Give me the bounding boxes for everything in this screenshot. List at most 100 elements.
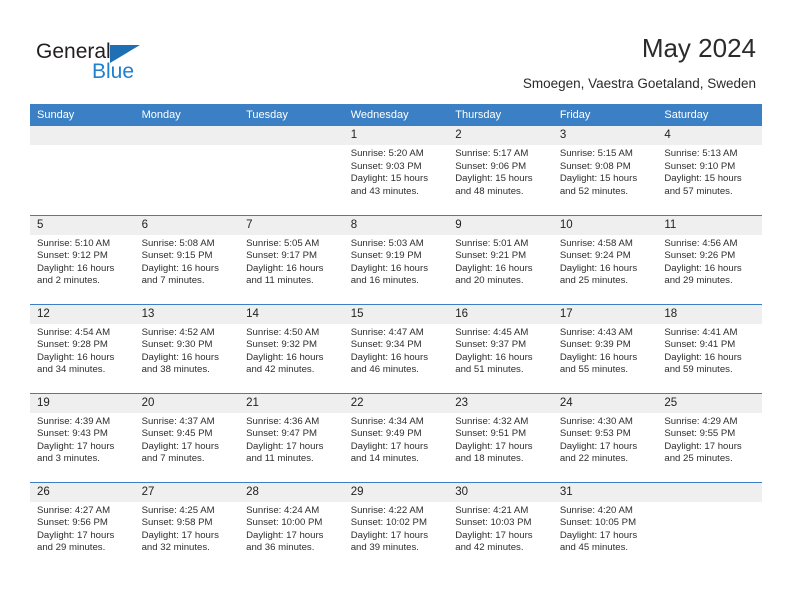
sunrise-text: Sunrise: 4:37 AM — [141, 415, 215, 427]
calendar-day-cell[interactable]: 5 Sunrise: 5:10 AM Sunset: 9:12 PM Daylight… — [30, 214, 135, 304]
sunrise-text: Sunrise: 4:27 AM — [37, 504, 111, 516]
daylight-text-line2: and 7 minutes. — [141, 453, 205, 465]
daylight-text-line2: and 3 minutes. — [37, 453, 100, 465]
calendar-day-cell[interactable]: 15 Sunrise: 4:47 AM Sunset: 9:34 PM Dayligh… — [343, 303, 449, 393]
day-number: 7 — [239, 215, 344, 235]
calendar-day-cell[interactable]: 23 Sunrise: 4:32 AM Sunset: 9:51 PM Dayligh… — [448, 392, 553, 482]
general-blue-logo[interactable]: General Blue — [36, 40, 176, 86]
day-number: 11 — [657, 215, 762, 235]
calendar-day-cell[interactable]: 16 Sunrise: 4:45 AM Sunset: 9:37 PM Dayligh… — [448, 303, 553, 393]
sunrise-text: Sunrise: 4:52 AM — [141, 326, 215, 338]
calendar-day-cell[interactable]: 27 Sunrise: 4:25 AM Sunset: 9:58 PM Dayligh… — [134, 481, 240, 571]
sunset-text: Sunset: 9:37 PM — [455, 339, 527, 351]
calendar-day-cell[interactable]: 1 Sunrise: 5:20 AM Sunset: 9:03 PM Daylight… — [343, 126, 449, 215]
calendar-day-cell[interactable]: 9 Sunrise: 5:01 AM Sunset: 9:21 PM Daylight… — [448, 214, 553, 304]
calendar-day-cell[interactable]: 17 Sunrise: 4:43 AM Sunset: 9:39 PM Dayligh… — [552, 303, 658, 393]
daylight-text-line1: Daylight: 16 hours — [141, 262, 219, 274]
day-number — [657, 482, 762, 502]
calendar-day-cell[interactable]: 14 Sunrise: 4:50 AM Sunset: 9:32 PM Dayligh… — [239, 303, 344, 393]
weekday-header-saturday: Saturday — [657, 104, 762, 126]
calendar-day-cell[interactable]: 12 Sunrise: 4:54 AM Sunset: 9:28 PM Dayligh… — [30, 303, 135, 393]
calendar-day-cell[interactable]: 18 Sunrise: 4:41 AM Sunset: 9:41 PM Dayligh… — [657, 303, 762, 393]
sunset-text: Sunset: 9:30 PM — [141, 339, 213, 351]
daylight-text-line1: Daylight: 17 hours — [37, 529, 115, 541]
sunset-text: Sunset: 9:03 PM — [350, 160, 422, 172]
sunset-text: Sunset: 9:43 PM — [37, 428, 108, 440]
day-number: 16 — [448, 304, 553, 324]
calendar-day-cell[interactable]: 26 Sunrise: 4:27 AM Sunset: 9:56 PM Dayligh… — [30, 481, 135, 571]
day-sun-info: Sunrise: 5:15 AM Sunset: 9:08 PM Daylight:… — [553, 145, 658, 198]
sunset-text: Sunset: 9:45 PM — [141, 428, 213, 440]
weekday-header-monday: Monday — [134, 104, 240, 126]
calendar-week-row: 26 Sunrise: 4:27 AM Sunset: 9:56 PM Dayligh… — [30, 481, 762, 571]
sunrise-text: Sunrise: 4:47 AM — [350, 326, 424, 338]
calendar-day-cell[interactable]: 31 Sunrise: 4:20 AM Sunset: 10:05 PM Daylig… — [552, 481, 658, 571]
daylight-text-line1: Daylight: 16 hours — [559, 351, 638, 363]
sunset-text: Sunset: 9:17 PM — [246, 250, 318, 262]
day-sun-info: Sunrise: 5:20 AM Sunset: 9:03 PM Daylight:… — [344, 145, 449, 198]
day-number: 4 — [657, 126, 762, 145]
daylight-text-line2: and 29 minutes. — [664, 275, 733, 287]
sunrise-text: Sunrise: 5:08 AM — [141, 237, 215, 249]
day-number: 15 — [343, 304, 449, 324]
calendar-day-cell[interactable]: 11 Sunrise: 4:56 AM Sunset: 9:26 PM Dayligh… — [657, 214, 762, 304]
sunset-text: Sunset: 9:10 PM — [664, 160, 736, 172]
sunset-text: Sunset: 9:21 PM — [455, 250, 527, 262]
sunset-text: Sunset: 10:02 PM — [350, 517, 427, 529]
calendar-day-cell[interactable]: 28 Sunrise: 4:24 AM Sunset: 10:00 PM Daylig… — [239, 481, 344, 571]
day-sun-info: Sunrise: 4:43 AM Sunset: 9:39 PM Daylight:… — [553, 324, 658, 377]
sunset-text: Sunset: 9:56 PM — [37, 517, 108, 529]
calendar-day-cell[interactable]: 22 Sunrise: 4:34 AM Sunset: 9:49 PM Dayligh… — [343, 392, 449, 482]
sunrise-text: Sunrise: 5:10 AM — [37, 237, 111, 249]
day-number: 3 — [552, 126, 658, 145]
calendar-day-cell[interactable]: 3 Sunrise: 5:15 AM Sunset: 9:08 PM Daylight… — [552, 126, 658, 215]
day-number: 14 — [239, 304, 344, 324]
day-sun-info: Sunrise: 4:47 AM Sunset: 9:34 PM Daylight:… — [344, 324, 449, 377]
calendar-day-cell[interactable]: 2 Sunrise: 5:17 AM Sunset: 9:06 PM Daylight… — [448, 126, 553, 215]
calendar-day-cell[interactable]: 30 Sunrise: 4:21 AM Sunset: 10:03 PM Daylig… — [448, 481, 553, 571]
daylight-text-line2: and 39 minutes. — [350, 542, 419, 554]
calendar-day-cell-empty — [239, 126, 344, 215]
daylight-text-line1: Daylight: 16 hours — [455, 351, 533, 363]
sunset-text: Sunset: 9:58 PM — [141, 517, 213, 529]
calendar-day-cell-empty — [30, 126, 135, 215]
sunset-text: Sunset: 9:12 PM — [37, 250, 108, 262]
daylight-text-line2: and 20 minutes. — [455, 275, 524, 287]
sunset-text: Sunset: 9:51 PM — [455, 428, 527, 440]
daylight-text-line2: and 34 minutes. — [37, 364, 106, 376]
daylight-text-line1: Daylight: 16 hours — [664, 262, 742, 274]
daylight-text-line2: and 7 minutes. — [141, 275, 205, 287]
calendar-day-cell[interactable]: 13 Sunrise: 4:52 AM Sunset: 9:30 PM Dayligh… — [134, 303, 240, 393]
calendar-day-cell[interactable]: 20 Sunrise: 4:37 AM Sunset: 9:45 PM Dayligh… — [134, 392, 240, 482]
calendar-day-cell[interactable]: 6 Sunrise: 5:08 AM Sunset: 9:15 PM Daylight… — [134, 214, 240, 304]
daylight-text-line1: Daylight: 17 hours — [350, 440, 429, 452]
calendar-day-cell[interactable]: 24 Sunrise: 4:30 AM Sunset: 9:53 PM Dayligh… — [552, 392, 658, 482]
daylight-text-line2: and 11 minutes. — [246, 275, 314, 287]
calendar-day-cell[interactable]: 7 Sunrise: 5:05 AM Sunset: 9:17 PM Daylight… — [239, 214, 344, 304]
daylight-text-line2: and 36 minutes. — [246, 542, 315, 554]
daylight-text-line1: Daylight: 16 hours — [664, 351, 742, 363]
sunset-text: Sunset: 9:08 PM — [559, 160, 631, 172]
sunrise-text: Sunrise: 5:20 AM — [350, 148, 424, 159]
calendar-day-cell[interactable]: 25 Sunrise: 4:29 AM Sunset: 9:55 PM Dayligh… — [657, 392, 762, 482]
day-sun-info: Sunrise: 4:52 AM Sunset: 9:30 PM Daylight:… — [135, 324, 240, 377]
calendar-day-cell[interactable]: 21 Sunrise: 4:36 AM Sunset: 9:47 PM Dayligh… — [239, 392, 344, 482]
day-sun-info: Sunrise: 4:37 AM Sunset: 9:45 PM Daylight:… — [135, 413, 240, 466]
day-number: 2 — [448, 126, 553, 145]
logo-text-blue: Blue — [92, 60, 135, 83]
day-number: 28 — [239, 482, 344, 502]
page-subtitle-location: Smoegen, Vaestra Goetaland, Sweden — [522, 76, 756, 91]
calendar-day-cell[interactable]: 29 Sunrise: 4:22 AM Sunset: 10:02 PM Daylig… — [343, 481, 449, 571]
daylight-text-line2: and 55 minutes. — [559, 364, 629, 376]
calendar-day-cell[interactable]: 19 Sunrise: 4:39 AM Sunset: 9:43 PM Dayligh… — [30, 392, 135, 482]
sunset-text: Sunset: 10:00 PM — [246, 517, 323, 529]
daylight-text-line1: Daylight: 15 hours — [664, 173, 742, 185]
day-number: 1 — [343, 126, 449, 145]
calendar-day-cell[interactable]: 10 Sunrise: 4:58 AM Sunset: 9:24 PM Dayligh… — [552, 214, 658, 304]
daylight-text-line2: and 2 minutes. — [37, 275, 100, 287]
day-sun-info: Sunrise: 4:22 AM Sunset: 10:02 PM Daylight… — [344, 502, 449, 555]
calendar-day-cell[interactable]: 8 Sunrise: 5:03 AM Sunset: 9:19 PM Daylight… — [343, 214, 449, 304]
calendar-day-cell[interactable]: 4 Sunrise: 5:13 AM Sunset: 9:10 PM Daylight… — [657, 126, 762, 215]
sunset-text: Sunset: 9:34 PM — [350, 339, 422, 351]
sunrise-text: Sunrise: 5:13 AM — [664, 148, 738, 159]
